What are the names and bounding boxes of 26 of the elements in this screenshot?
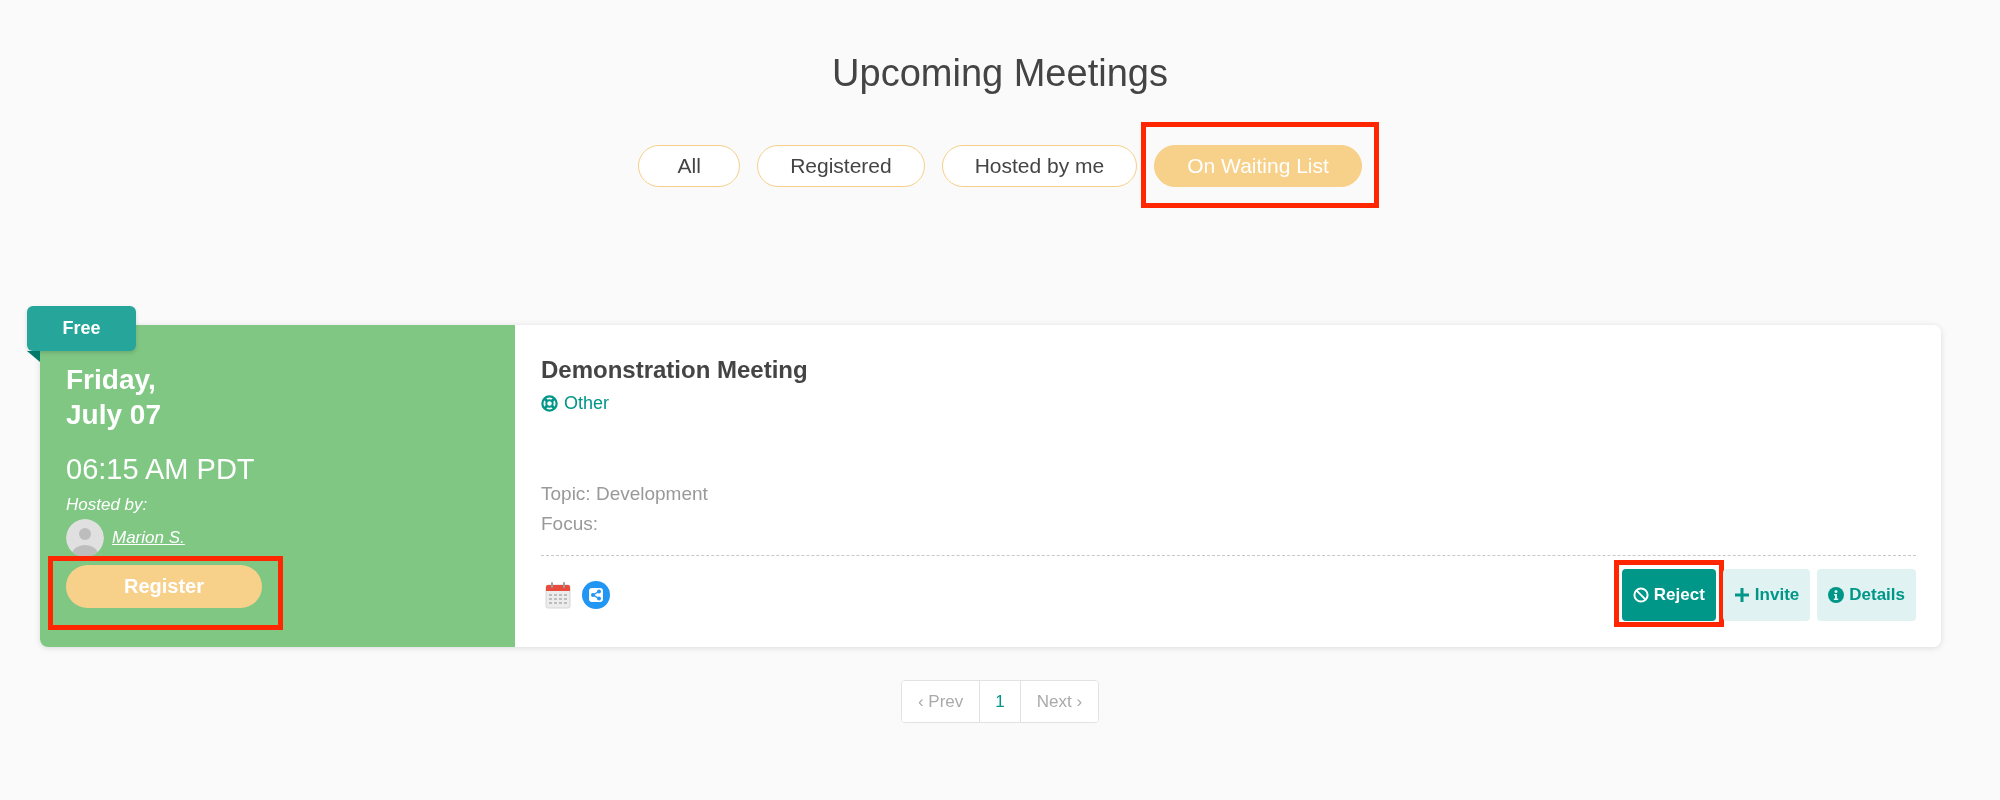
ribbon-fold bbox=[27, 351, 40, 362]
share-icon[interactable] bbox=[582, 581, 610, 609]
info-text: Focus: bbox=[541, 512, 599, 536]
calendar-icon[interactable] bbox=[545, 581, 571, 609]
info-icon bbox=[1828, 587, 1845, 603]
reject-button[interactable]: Reject bbox=[1621, 569, 1716, 621]
ban-icon bbox=[1632, 587, 1649, 603]
filter-tab[interactable]: All bbox=[638, 145, 741, 187]
price-ribbon: Free bbox=[27, 306, 136, 351]
date-text: July 07 bbox=[66, 398, 162, 432]
page-title: Upcoming Meetings bbox=[832, 51, 1168, 96]
avatar-icon bbox=[66, 519, 104, 557]
plus-icon bbox=[1733, 587, 1750, 603]
time-text: 06:15 AM PDT bbox=[66, 452, 256, 486]
hosted-by-label: Hosted by: bbox=[66, 494, 149, 516]
invite-button[interactable]: Invite bbox=[1722, 569, 1811, 621]
day-text: Friday, bbox=[66, 363, 157, 397]
meeting-title: Demonstration Meeting bbox=[541, 355, 808, 385]
lifebuoy-icon bbox=[541, 394, 558, 412]
filter-tab[interactable]: Registered bbox=[757, 145, 925, 187]
filter-tab[interactable]: Hosted by me bbox=[941, 145, 1138, 187]
prev-page-button[interactable]: ‹ Prev bbox=[901, 681, 981, 722]
info-text: Topic: Development bbox=[541, 482, 708, 506]
category-label: Other bbox=[564, 392, 610, 415]
host-name-link[interactable]: Marion S. bbox=[112, 528, 185, 548]
details-button[interactable]: Details bbox=[1817, 569, 1916, 621]
